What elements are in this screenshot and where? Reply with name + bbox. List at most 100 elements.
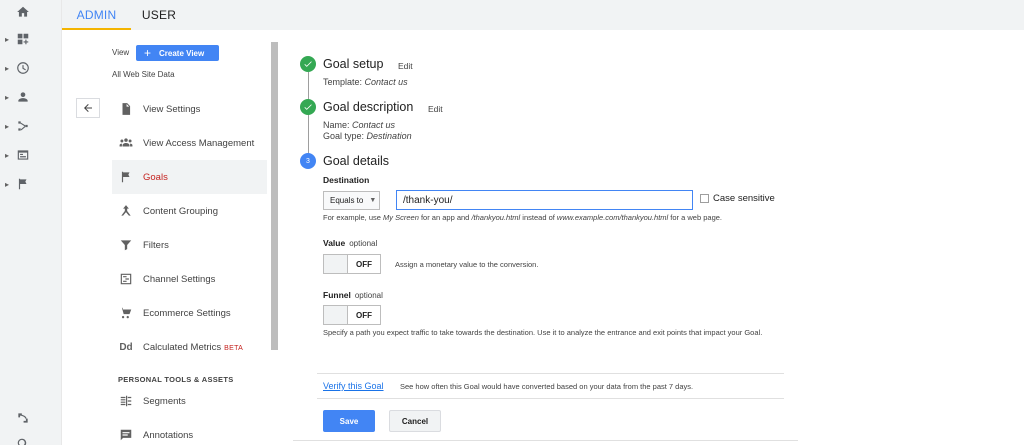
nav-item-content-grouping[interactable]: Content Grouping [112,194,267,228]
annotation-icon [119,428,133,442]
tab-admin[interactable]: ADMIN [62,0,131,30]
match-type-value: Equals to [330,196,364,205]
caret-right-icon: ▸ [5,179,10,189]
flag-icon [16,177,30,191]
caret-right-icon: ▸ [5,121,10,131]
caret-right-icon: ▸ [5,34,10,44]
bottom-divider [293,440,798,441]
nav-item-goals[interactable]: Goals [112,160,267,194]
people-icon [119,136,133,150]
segments-icon [119,394,133,408]
nav-label: View Access Management [143,137,255,149]
view-name: All Web Site Data [112,70,175,79]
rail-search[interactable] [0,432,62,445]
top-tab-bar: ADMIN USER [62,0,1024,30]
tab-user[interactable]: USER [134,0,184,30]
destination-hint: For example, use My Screen for an app an… [323,213,723,222]
rail-home[interactable] [0,0,62,24]
filter-icon [119,238,133,252]
goal-description-type: Goal type: Destination [323,131,412,141]
match-type-select[interactable]: Equals to ▼ [323,191,380,210]
value-toggle[interactable]: OFF [323,254,381,274]
step-complete-icon [300,99,316,115]
dd-icon: Dd [119,341,133,353]
goal-setup-title: Goal setup [323,57,384,71]
nav-item-calculated-metrics[interactable]: Dd Calculated Metrics BETA [112,330,267,364]
nav-item-filters[interactable]: Filters [112,228,267,262]
toggle-knob [324,255,348,273]
flag-icon [119,170,133,184]
nav-scrollbar[interactable] [271,42,278,350]
save-button[interactable]: Save [323,410,375,432]
nav-item-ecommerce-settings[interactable]: Ecommerce Settings [112,296,267,330]
plus-icon: + [144,46,152,60]
goal-description-title: Goal description [323,100,414,114]
destination-input[interactable] [396,190,693,210]
nav-item-segments[interactable]: Segments [112,384,267,418]
value-description: Assign a monetary value to the conversio… [395,260,539,269]
verify-goal-description: See how often this Goal would have conve… [400,382,694,391]
person-icon [16,90,30,104]
nav-label: Calculated Metrics BETA [143,341,244,353]
view-label: View [112,48,130,57]
content-grouping-icon [119,204,133,218]
case-sensitive-label: Case sensitive [713,193,775,204]
clock-icon [16,61,30,75]
caret-down-icon: ▼ [369,197,377,204]
acquisition-icon [16,119,30,133]
section-heading: PERSONAL TOOLS & ASSETS [118,375,234,384]
caret-right-icon: ▸ [5,92,10,102]
back-button[interactable] [76,98,100,118]
rail-discover[interactable] [0,406,62,430]
rail-customization[interactable]: ▸ [0,27,62,51]
create-view-label: Create View [159,48,205,58]
goal-description-name: Name: Contact us [323,120,396,130]
step-number-badge: 3 [300,153,316,169]
home-icon [16,5,30,19]
cart-icon [119,306,133,320]
toggle-state: OFF [356,310,372,320]
dashboard-icon [16,32,30,46]
channel-icon [119,272,133,286]
behavior-icon [16,148,30,162]
caret-right-icon: ▸ [5,150,10,160]
funnel-toggle[interactable]: OFF [323,305,381,325]
goal-setup-edit[interactable]: Edit [398,61,413,71]
nav-label: Content Grouping [143,205,218,217]
create-view-button[interactable]: + Create View [136,45,219,61]
rail-behavior[interactable]: ▸ [0,143,62,167]
cancel-button[interactable]: Cancel [389,410,441,432]
verify-goal-link[interactable]: Verify this Goal [323,381,384,391]
nav-item-view-settings[interactable]: View Settings [112,92,267,126]
funnel-description: Specify a path you expect traffic to tak… [323,328,763,337]
destination-label: Destination [323,175,370,185]
goal-setup-template: Template: Contact us [323,77,408,87]
funnel-label: Funnel optional [323,290,383,300]
rail-realtime[interactable]: ▸ [0,56,62,80]
goal-description-edit[interactable]: Edit [428,104,443,114]
divider [317,373,784,374]
step-complete-icon [300,56,316,72]
search-icon [16,437,30,445]
rail-conversions[interactable]: ▸ [0,172,62,196]
nav-label: Annotations [143,429,194,441]
value-label: Value optional [323,238,378,248]
rail-acquisition[interactable]: ▸ [0,114,62,138]
nav-label: Channel Settings [143,273,216,285]
caret-right-icon: ▸ [5,63,10,73]
toggle-state: OFF [356,259,372,269]
nav-item-annotations[interactable]: Annotations [112,418,267,445]
rail-audience[interactable]: ▸ [0,85,62,109]
nav-label: View Settings [143,103,201,115]
nav-item-view-access[interactable]: View Access Management [112,126,267,160]
document-icon [119,102,133,116]
nav-label: Goals [143,171,168,183]
nav-label: Segments [143,395,186,407]
arrow-back-icon [84,104,92,112]
divider [317,398,784,399]
case-sensitive-checkbox[interactable] [700,194,709,203]
nav-item-channel-settings[interactable]: Channel Settings [112,262,267,296]
left-rail: ▸ ▸ ▸ ▸ ▸ ▸ [0,0,62,445]
discover-icon [16,411,30,425]
nav-label: Ecommerce Settings [143,307,231,319]
